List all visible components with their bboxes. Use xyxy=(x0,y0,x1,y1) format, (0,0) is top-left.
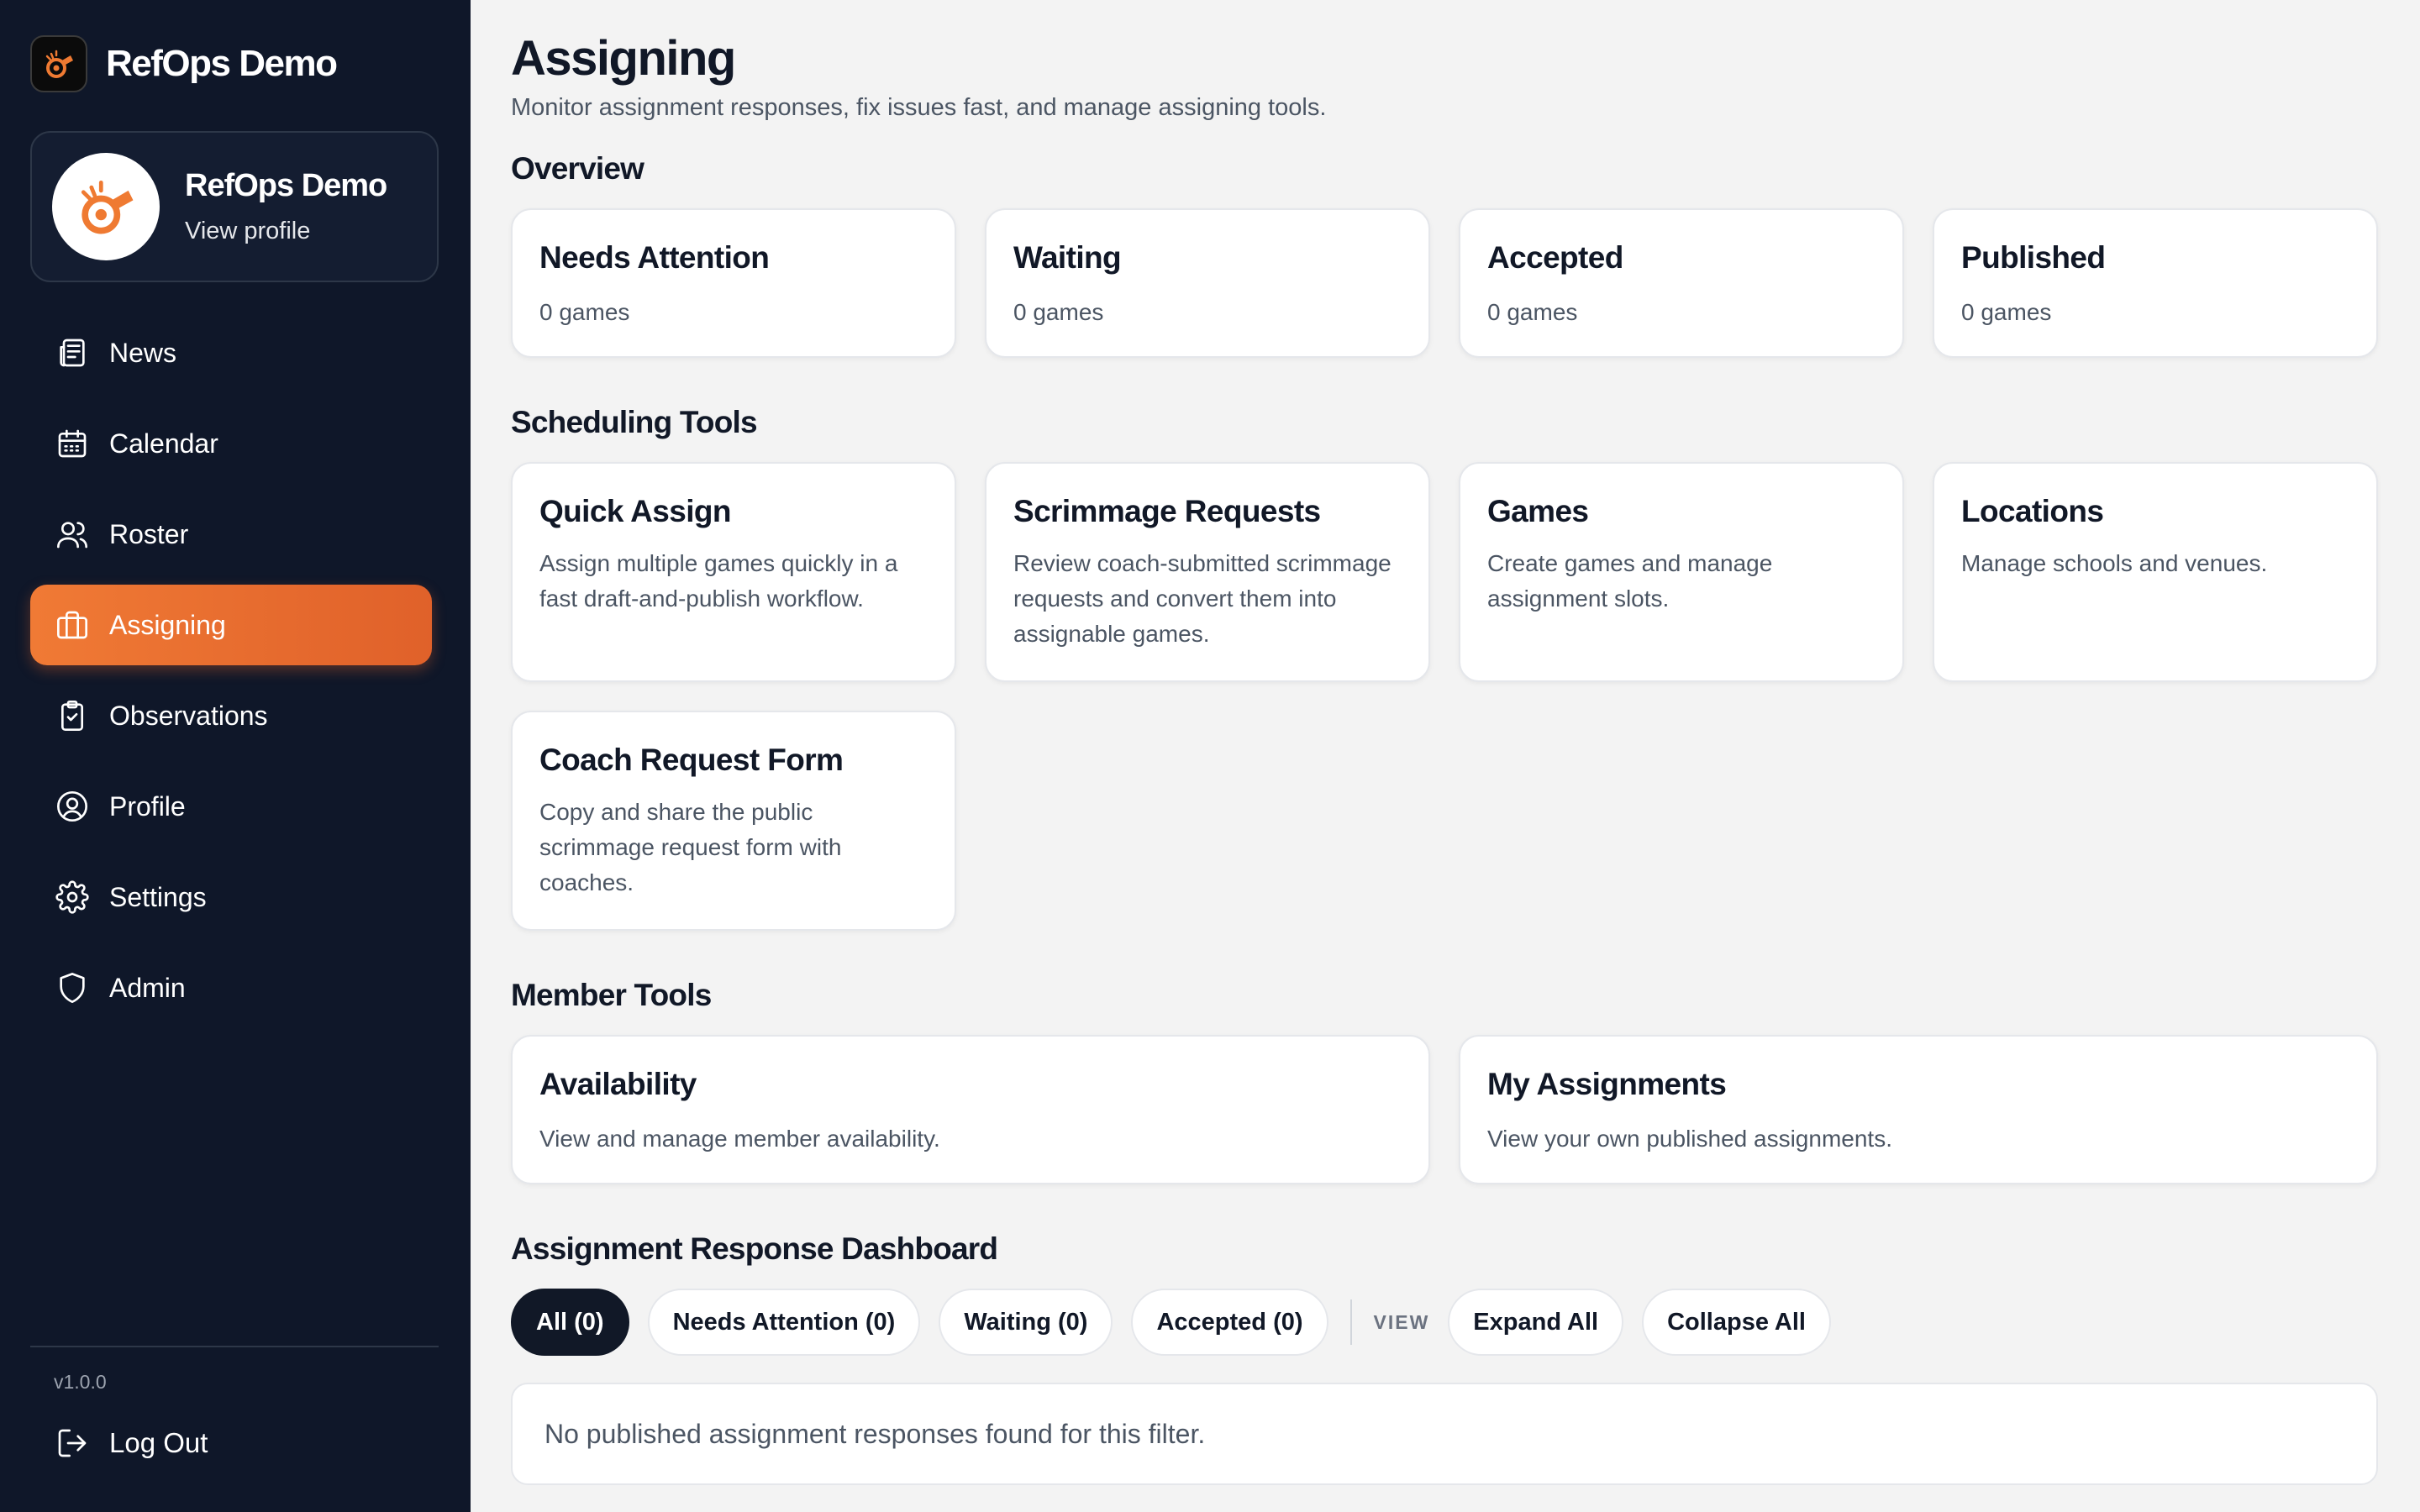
filter-accepted-button[interactable]: Accepted (0) xyxy=(1131,1289,1328,1356)
brand[interactable]: RefOps Demo xyxy=(30,35,338,92)
filter-needs-attention-button[interactable]: Needs Attention (0) xyxy=(647,1289,921,1356)
users-icon xyxy=(54,516,91,553)
sidebar-item-roster[interactable]: Roster xyxy=(30,494,432,575)
filter-waiting-button[interactable]: Waiting (0) xyxy=(939,1289,1113,1356)
sidebar-item-label: Calendar xyxy=(109,428,218,459)
member-card-my-assignments[interactable]: My Assignments View your own published a… xyxy=(1459,1035,2378,1184)
overview-card-needs-attention[interactable]: Needs Attention 0 games xyxy=(511,208,956,358)
page-subtitle: Monitor assignment responses, fix issues… xyxy=(511,94,1327,121)
sidebar-item-news[interactable]: News xyxy=(30,312,432,393)
profile-card[interactable]: RefOps Demo View profile xyxy=(30,131,439,282)
card-count: 0 games xyxy=(539,299,630,325)
sidebar-item-label: Settings xyxy=(109,881,207,912)
card-description: Assign multiple games quickly in a fast … xyxy=(539,550,898,612)
user-circle-icon xyxy=(54,788,91,825)
card-title: Needs Attention xyxy=(539,240,770,275)
tool-card-quick-assign[interactable]: Quick Assign Assign multiple games quick… xyxy=(511,462,956,682)
tool-card-locations[interactable]: Locations Manage schools and venues. xyxy=(1933,462,2378,682)
card-count: 0 games xyxy=(1013,299,1104,325)
sidebar-item-calendar[interactable]: Calendar xyxy=(30,403,432,484)
collapse-all-button[interactable]: Collapse All xyxy=(1642,1289,1831,1356)
card-title: Quick Assign xyxy=(539,494,731,528)
clipboard-check-icon xyxy=(54,697,91,734)
card-description: Review coach-submitted scrimmage request… xyxy=(1013,550,1392,647)
card-description: Copy and share the public scrimmage requ… xyxy=(539,799,842,895)
tool-card-coach-request-form[interactable]: Coach Request Form Copy and share the pu… xyxy=(511,711,956,931)
expand-all-button[interactable]: Expand All xyxy=(1448,1289,1624,1356)
whistle-icon xyxy=(30,35,87,92)
card-count: 0 games xyxy=(1961,299,2052,325)
gear-icon xyxy=(54,879,91,916)
newspaper-icon xyxy=(54,334,91,371)
calendar-icon xyxy=(54,425,91,462)
member-card-availability[interactable]: Availability View and manage member avai… xyxy=(511,1035,1430,1184)
card-title: Accepted xyxy=(1487,240,1623,275)
view-profile-link[interactable]: View profile xyxy=(185,218,387,245)
card-title: My Assignments xyxy=(1487,1067,1727,1101)
card-title: Coach Request Form xyxy=(539,743,844,777)
filter-divider xyxy=(1349,1299,1352,1345)
member-tools-title: Member Tools xyxy=(511,978,712,1012)
sidebar-item-settings[interactable]: Settings xyxy=(30,857,432,937)
overview-card-waiting[interactable]: Waiting 0 games xyxy=(985,208,1430,358)
sidebar-nav: News Calendar Roster Assigning Observati… xyxy=(30,312,432,1038)
card-description: View and manage member availability. xyxy=(539,1126,940,1152)
dashboard-title: Assignment Response Dashboard xyxy=(511,1231,998,1266)
profile-name: RefOps Demo xyxy=(185,168,387,203)
overview-card-accepted[interactable]: Accepted 0 games xyxy=(1459,208,1904,358)
card-title: Games xyxy=(1487,494,1589,528)
logout-icon xyxy=(54,1425,91,1462)
sidebar-item-label: Profile xyxy=(109,790,186,822)
sidebar-item-label: Observations xyxy=(109,700,268,731)
card-title: Availability xyxy=(539,1067,697,1101)
shield-icon xyxy=(54,969,91,1006)
filter-all-button[interactable]: All (0) xyxy=(511,1289,629,1356)
sidebar-item-label: Assigning xyxy=(109,609,226,640)
whistle-icon xyxy=(81,180,134,234)
sidebar-item-assigning[interactable]: Assigning xyxy=(30,585,432,665)
tool-card-scrimmage-requests[interactable]: Scrimmage Requests Review coach-submitte… xyxy=(985,462,1430,682)
page-title: Assigning xyxy=(511,31,736,86)
card-title: Locations xyxy=(1961,494,2104,528)
empty-state-message: No published assignment responses found … xyxy=(511,1383,2378,1485)
sidebar-item-observations[interactable]: Observations xyxy=(30,675,432,756)
view-label: VIEW xyxy=(1373,1310,1430,1333)
logout-button[interactable]: Log Out xyxy=(54,1425,208,1462)
card-description: Create games and manage assignment slots… xyxy=(1487,550,1773,612)
overview-title: Overview xyxy=(511,151,644,186)
card-title: Waiting xyxy=(1013,240,1122,275)
dashboard-filter-bar: All (0) Needs Attention (0) Waiting (0) … xyxy=(511,1289,1831,1356)
avatar xyxy=(52,153,160,260)
card-title: Scrimmage Requests xyxy=(1013,494,1321,528)
sidebar-item-profile[interactable]: Profile xyxy=(30,766,432,847)
logout-label: Log Out xyxy=(109,1427,208,1458)
card-description: Manage schools and venues. xyxy=(1961,550,2268,576)
brand-name: RefOps Demo xyxy=(106,43,338,84)
sidebar-divider xyxy=(30,1346,439,1347)
briefcase-icon xyxy=(54,606,91,643)
sidebar-item-admin[interactable]: Admin xyxy=(30,948,432,1028)
sidebar-item-label: Admin xyxy=(109,972,186,1003)
sidebar-item-label: News xyxy=(109,337,177,368)
version-label: v1.0.0 xyxy=(54,1371,107,1393)
sidebar-item-label: Roster xyxy=(109,518,189,549)
card-description: View your own published assignments. xyxy=(1487,1126,1892,1152)
overview-card-published[interactable]: Published 0 games xyxy=(1933,208,2378,358)
scheduling-tools-title: Scheduling Tools xyxy=(511,405,758,439)
sidebar: RefOps Demo RefOps Demo View profile New… xyxy=(0,0,471,1512)
card-title: Published xyxy=(1961,240,2106,275)
tool-card-games[interactable]: Games Create games and manage assignment… xyxy=(1459,462,1904,682)
card-count: 0 games xyxy=(1487,299,1578,325)
